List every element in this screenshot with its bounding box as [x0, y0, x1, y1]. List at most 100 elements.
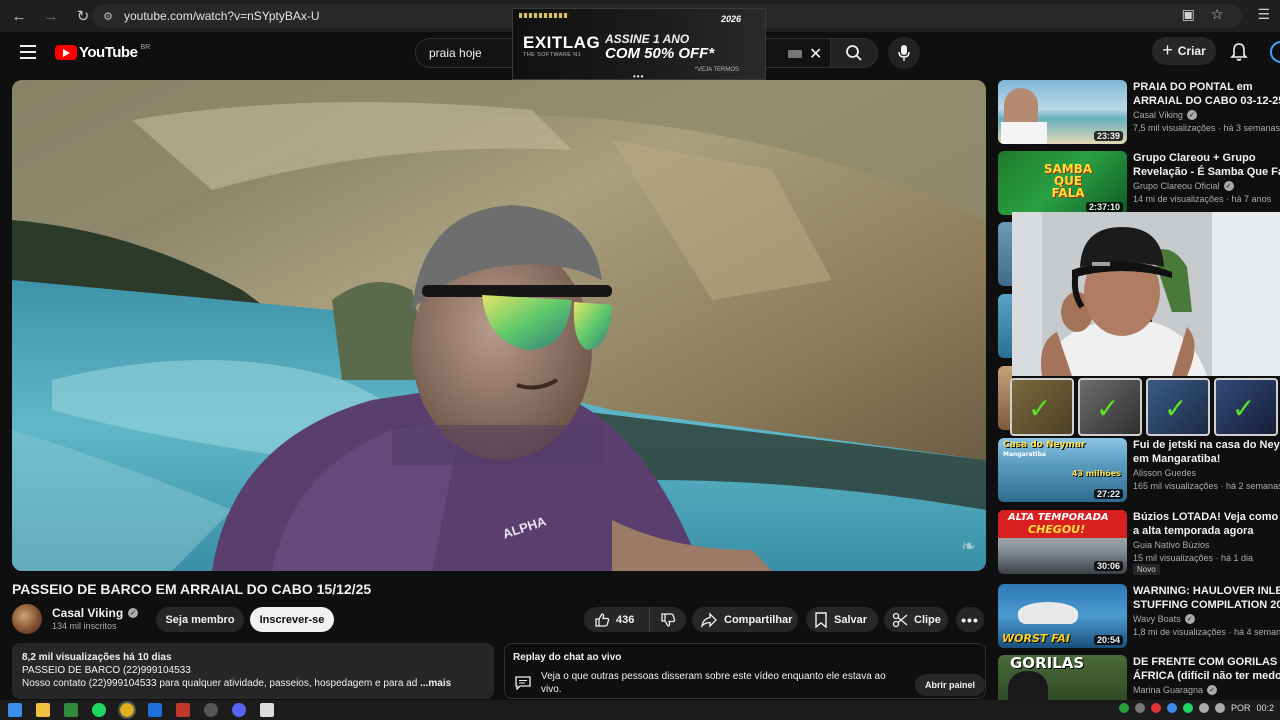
save-button[interactable]: Salvar — [806, 607, 878, 632]
channel-avatar[interactable] — [12, 604, 42, 634]
spotify-icon[interactable] — [92, 703, 106, 717]
ad-terms: *VEJA TERMOS — [694, 67, 739, 73]
clear-search-icon[interactable]: ✕ — [809, 44, 822, 64]
clip-button[interactable]: Clipe — [884, 607, 948, 632]
back-arrow-icon[interactable]: ← — [6, 3, 32, 29]
dislike-button[interactable] — [650, 607, 686, 632]
windows-start-icon[interactable] — [8, 703, 22, 717]
tray-app-icon[interactable] — [1166, 703, 1177, 713]
video-thumbnail[interactable]: 23:39 — [998, 80, 1127, 144]
video-thumbnail[interactable]: SAMBA QUE FALA 2:37:10 — [998, 151, 1127, 215]
video-duration: 23:39 — [1093, 131, 1123, 141]
bookmark-star-icon[interactable]: ☆ — [1211, 6, 1224, 23]
more-actions-button[interactable]: ••• — [956, 607, 984, 632]
discord-icon[interactable] — [232, 703, 246, 717]
verified-check-icon: ✓ — [1207, 685, 1218, 695]
channel-name-link[interactable]: Casal Viking ✓ — [52, 606, 139, 620]
edge-icon[interactable] — [148, 703, 162, 717]
share-button[interactable]: Compartilhar — [692, 607, 798, 632]
chrome-icon[interactable] — [118, 701, 136, 719]
recommendation-item[interactable]: GORILAS DE FRENTE COM GORILAS NA ÁFRICA … — [998, 655, 1280, 700]
network-icon[interactable] — [1214, 703, 1225, 713]
thumb-shirt — [1001, 122, 1047, 144]
tray-app-icon[interactable] — [1182, 703, 1193, 713]
badge-card: ✓ — [1146, 378, 1210, 436]
plus-icon: + — [1162, 39, 1173, 60]
channel-name: Grupo Clareou Oficial — [1133, 181, 1220, 191]
terminal-icon[interactable] — [260, 703, 274, 717]
verified-check-icon: ✓ — [1223, 181, 1234, 191]
video-player[interactable]: ❧ ALPHA — [12, 80, 986, 571]
account-avatar[interactable] — [1270, 41, 1280, 63]
system-tray: POR 00:2 — [1118, 703, 1274, 713]
video-thumbnail[interactable]: GORILAS — [998, 655, 1127, 700]
youtube-logo[interactable]: YouTube BR — [55, 44, 150, 61]
subscribe-button[interactable]: Inscrever-se — [250, 607, 334, 632]
thumb-overlay-text: SAMBA QUE FALA — [1043, 162, 1093, 200]
chat-replay-title: Replay do chat ao vivo — [513, 652, 622, 663]
create-button[interactable]: + Criar — [1152, 37, 1216, 65]
input-language[interactable]: POR — [1231, 703, 1251, 713]
voice-search-button[interactable] — [888, 37, 920, 69]
recommendation-item[interactable]: Casa do Neymar Mangaratiba 43 milhões 27… — [998, 438, 1280, 502]
clock[interactable]: 00:2 — [1256, 703, 1274, 713]
recommendation-item[interactable]: ALTA TEMPORADA CHEGOU! 30:06 Búzios LOTA… — [998, 510, 1280, 575]
store-icon[interactable] — [64, 703, 78, 717]
open-chat-panel-button[interactable]: Abrir painel — [915, 674, 985, 696]
ad-banner[interactable]: 2026 EXITLAG THE SOFTWARE N1 ASSINE 1 AN… — [512, 8, 766, 80]
verified-check-icon: ✓ — [1184, 614, 1195, 624]
video-stats: 14 mi de visualizações · há 7 anos — [1133, 194, 1272, 204]
tray-app-icon[interactable] — [1134, 703, 1145, 713]
site-settings-icon[interactable]: ⚙ — [100, 8, 116, 24]
recommendation-item[interactable]: SAMBA QUE FALA 2:37:10 Grupo Clareou + G… — [998, 151, 1280, 215]
url-text: youtube.com/watch?v=nSYptyBAx-U — [124, 9, 320, 23]
badge-card: ✓ — [1214, 378, 1278, 436]
subscriber-count: 134 mil inscritos — [52, 621, 117, 631]
video-stats: 165 mil visualizações · há 2 semanas — [1133, 481, 1280, 491]
channel-watermark-icon[interactable]: ❧ — [961, 536, 976, 557]
partial-thumbnail[interactable] — [998, 294, 1012, 358]
video-title-line-2: ARRAIAL DO CABO 03-12-25 — [1133, 95, 1280, 107]
video-thumbnail[interactable]: ALTA TEMPORADA CHEGOU! 30:06 — [998, 510, 1127, 574]
video-thumbnail[interactable]: WORST FAI 20:54 — [998, 584, 1127, 648]
video-thumbnail[interactable]: Casa do Neymar Mangaratiba 43 milhões 27… — [998, 438, 1127, 502]
share-label: Compartilhar — [724, 613, 793, 626]
obs-icon[interactable] — [204, 703, 218, 717]
tray-app-icon[interactable] — [1118, 703, 1129, 713]
channel-name: Wavy Boats — [1133, 614, 1181, 624]
install-app-icon[interactable]: ▣ — [1182, 6, 1195, 23]
streamer-webcam — [1012, 212, 1280, 376]
microphone-icon — [898, 45, 910, 61]
badge-card: ✓ — [1078, 378, 1142, 436]
logo-text: YouTube — [79, 44, 138, 61]
country-code: BR — [140, 44, 151, 51]
recommendation-item[interactable]: WORST FAI 20:54 WARNING: HAULOVER INLET … — [998, 584, 1280, 648]
partial-thumbnail[interactable] — [998, 222, 1012, 286]
like-button[interactable]: 436 — [584, 607, 650, 632]
keyboard-icon[interactable] — [788, 50, 802, 58]
video-duration: 20:54 — [1093, 635, 1123, 645]
file-explorer-icon[interactable] — [36, 703, 50, 717]
recommendation-item[interactable]: 23:39 PRAIA DO PONTAL em ARRAIAL DO CABO… — [998, 80, 1280, 144]
scissors-icon — [892, 612, 908, 627]
thumb-overlay-subtext: Mangaratiba — [1003, 451, 1046, 458]
verified-check-icon: ✓ — [128, 608, 139, 618]
video-stats: 15 mil visualizações · há 1 dia — [1133, 553, 1254, 563]
description-box[interactable]: 8,2 mil visualizações há 10 dias PASSEIO… — [12, 643, 494, 699]
volume-icon[interactable] — [1198, 703, 1209, 713]
notifications-bell-icon[interactable] — [1230, 42, 1248, 62]
search-icon — [846, 45, 862, 61]
hamburger-menu-icon[interactable] — [20, 45, 36, 59]
ad-dots-icon: ••• — [633, 72, 645, 80]
forward-arrow-icon[interactable]: → — [38, 3, 64, 29]
reading-list-icon[interactable]: ☰ — [1257, 6, 1270, 23]
thumbs-down-icon — [661, 612, 676, 627]
media-app-icon[interactable] — [176, 703, 190, 717]
show-more-link[interactable]: ...mais — [420, 678, 451, 689]
tray-app-icon[interactable] — [1150, 703, 1161, 713]
view-count-date: 8,2 mil visualizações há 10 dias — [22, 652, 172, 663]
join-button[interactable]: Seja membro — [156, 607, 244, 632]
video-title-line-2: em Mangaratiba! — [1133, 453, 1221, 465]
search-button[interactable] — [830, 38, 878, 68]
create-label: Criar — [1177, 44, 1206, 58]
